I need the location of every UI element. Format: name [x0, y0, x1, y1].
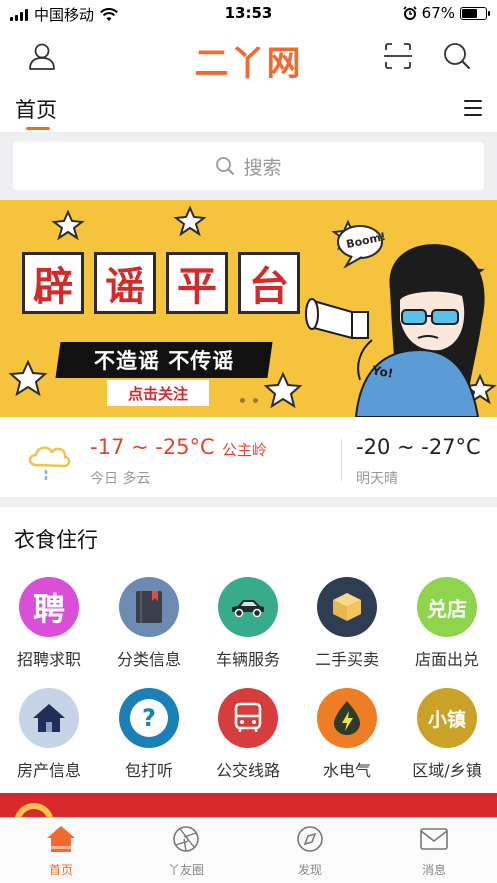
tab-label: 丫友圈 — [167, 863, 204, 877]
question-icon: ? — [119, 688, 179, 748]
status-bar: 中国移动 13:53 67% — [0, 0, 497, 28]
home-icon — [47, 826, 75, 852]
tomorrow-temperature: -20 ~ -27°C — [356, 435, 481, 459]
search-icon[interactable] — [442, 40, 472, 72]
divider — [341, 439, 342, 481]
service-store-transfer[interactable]: 兑店 店面出兑 — [402, 577, 492, 670]
tab-home[interactable]: 首页 — [21, 824, 101, 878]
search-area: 搜索 — [0, 132, 497, 200]
service-label: 车辆服务 — [215, 650, 280, 669]
town-icon: 小镇 — [417, 688, 477, 748]
compass-icon — [297, 826, 323, 852]
banner-follow-button[interactable]: 点击关注 — [107, 380, 209, 406]
tab-label: 发现 — [297, 863, 322, 877]
cloudy-icon — [28, 446, 71, 481]
banner-title-char: 台 — [238, 252, 300, 314]
search-icon — [216, 157, 235, 175]
car-icon — [218, 577, 278, 637]
bottom-tab-bar: 首页 丫友圈 发现 消息 — [0, 817, 497, 883]
alarm-icon — [403, 6, 417, 20]
battery-percent: 67% — [421, 4, 455, 22]
banner-title-char: 辟 — [22, 252, 84, 314]
section-separator — [0, 497, 497, 507]
service-label: 房产信息 — [16, 761, 81, 780]
section-title: 衣食住行 — [14, 528, 98, 552]
scan-icon[interactable] — [382, 40, 414, 72]
channel-tabs: 首页 — [0, 86, 497, 132]
menu-icon[interactable] — [464, 100, 482, 116]
service-vehicles[interactable]: 车辆服务 — [203, 577, 293, 670]
service-label: 公交线路 — [215, 761, 280, 780]
tab-friends-circle[interactable]: 丫友圈 — [146, 824, 226, 878]
service-inquiry[interactable]: ? 包打听 — [104, 688, 194, 781]
service-bus-routes[interactable]: 公交线路 — [203, 688, 293, 781]
mail-icon — [420, 828, 448, 850]
service-label: 包打听 — [124, 761, 173, 780]
service-label: 分类信息 — [116, 650, 181, 669]
tab-label: 首页 — [48, 863, 73, 877]
service-label: 店面出兑 — [414, 650, 479, 669]
recruit-icon: 聘 — [19, 577, 79, 637]
service-recruit[interactable]: 聘 招聘求职 — [4, 577, 94, 670]
service-label: 水电气 — [322, 761, 371, 780]
store-icon: 兑店 — [417, 577, 477, 637]
carousel-dot[interactable] — [240, 398, 245, 403]
tab-discover[interactable]: 发现 — [270, 824, 350, 878]
carousel-dot[interactable] — [253, 398, 258, 403]
book-icon — [119, 577, 179, 637]
app-header: 二丫网 — [0, 28, 497, 86]
weather-widget[interactable]: -17 ~ -25°C 公主岭 今日 多云 -20 ~ -27°C 明天晴 — [0, 417, 497, 497]
promo-banner[interactable]: Boom! Yo! 辟 谣 平 台 不造谣 不传谣 点击关注 — [0, 200, 497, 417]
utility-icon — [317, 688, 377, 748]
service-region[interactable]: 小镇 区域/乡镇 — [402, 688, 492, 781]
tab-label: 消息 — [421, 863, 446, 877]
banner-title-char: 平 — [166, 252, 228, 314]
banner-slogan: 不造谣 不传谣 — [55, 342, 273, 378]
active-tab-indicator — [26, 127, 50, 130]
service-classifieds[interactable]: 分类信息 — [104, 577, 194, 670]
service-real-estate[interactable]: 房产信息 — [4, 688, 94, 781]
banner-title-char: 谣 — [94, 252, 156, 314]
service-label: 二手买卖 — [314, 650, 379, 669]
house-icon — [19, 688, 79, 748]
search-placeholder: 搜索 — [243, 156, 282, 179]
app-logo: 二丫网 — [194, 44, 303, 84]
aperture-icon — [173, 826, 199, 852]
service-label: 招聘求职 — [16, 650, 81, 669]
today-temperature: -17 ~ -25°C — [90, 435, 215, 459]
service-utilities[interactable]: 水电气 — [302, 688, 392, 781]
service-secondhand[interactable]: 二手买卖 — [302, 577, 392, 670]
service-label: 区域/乡镇 — [412, 761, 482, 780]
tab-messages[interactable]: 消息 — [394, 824, 474, 878]
search-input[interactable]: 搜索 — [13, 142, 484, 190]
bus-icon — [218, 688, 278, 748]
tomorrow-condition: 明天晴 — [356, 471, 398, 487]
tab-home[interactable]: 首页 — [15, 94, 57, 124]
today-condition: 今日 多云 — [90, 471, 151, 487]
weather-location[interactable]: 公主岭 — [222, 439, 267, 460]
box-icon — [317, 577, 377, 637]
battery-icon — [460, 6, 490, 20]
